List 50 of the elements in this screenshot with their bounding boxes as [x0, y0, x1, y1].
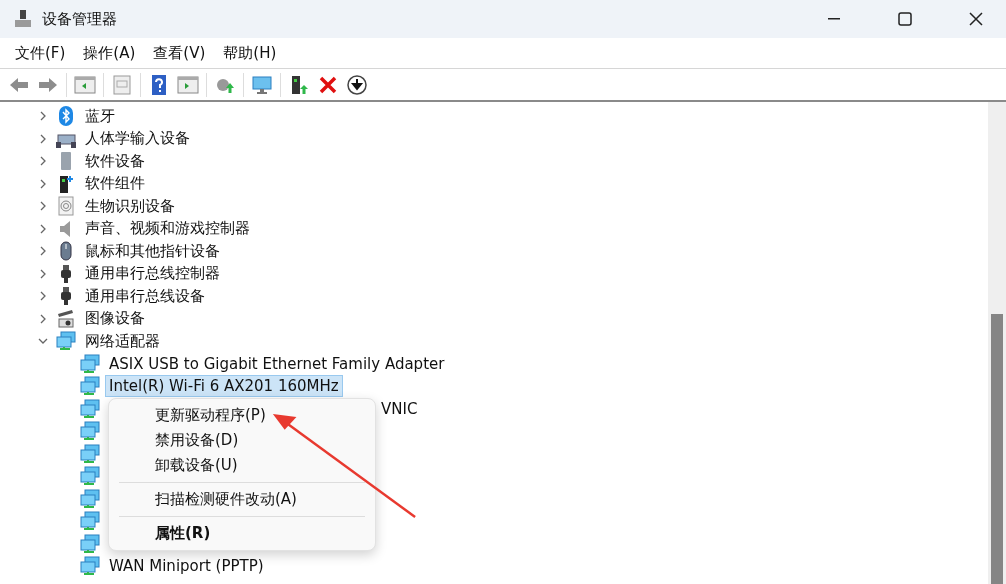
- minimize-icon: [827, 18, 840, 20]
- document-icon: [111, 73, 133, 96]
- fingerprint-icon: [56, 196, 76, 217]
- network-adapter-icon: [80, 488, 100, 509]
- network-adapter-icon: [80, 353, 100, 374]
- network-adapter-icon: [80, 443, 100, 464]
- menu-item[interactable]: 操作(A): [74, 39, 145, 67]
- menu-item[interactable]: 查看(V): [144, 39, 215, 67]
- tree-item[interactable]: 网络适配器: [82, 330, 163, 352]
- menu-item[interactable]: 卸载设备(U): [109, 453, 375, 478]
- device-item[interactable]: WAN Miniport (PPTP): [106, 556, 267, 577]
- monitor-icon: [251, 73, 273, 96]
- network-adapter-icon: [80, 376, 100, 397]
- close-icon: [968, 12, 983, 26]
- menu-item[interactable]: 禁用设备(D): [109, 428, 375, 453]
- tree-item[interactable]: 声音、视频和游戏控制器: [82, 218, 253, 240]
- scrollbar-thumb[interactable]: [991, 314, 1003, 584]
- tree-item[interactable]: 通用串行总线控制器: [82, 263, 223, 285]
- device-manager-icon: [14, 9, 32, 29]
- tree-item[interactable]: 鼠标和其他指针设备: [82, 240, 223, 262]
- scrollbar[interactable]: [988, 102, 1006, 584]
- panel-icon: [177, 73, 199, 96]
- network-adapter-icon: [80, 398, 100, 419]
- tree-item[interactable]: 软件组件: [82, 173, 148, 195]
- network-adapter-icon: [80, 556, 100, 577]
- device-item[interactable]: VNIC: [378, 398, 421, 419]
- download-icon: [346, 73, 368, 96]
- window-title: 设备管理器: [42, 9, 118, 29]
- tree-item[interactable]: 生物识别设备: [82, 195, 178, 217]
- device-item[interactable]: ASIX USB to Gigabit Ethernet Family Adapter: [106, 353, 448, 374]
- tree-item[interactable]: 人体学输入设备: [82, 128, 193, 150]
- network-adapter-icon: [80, 421, 100, 442]
- tree-item[interactable]: 通用串行总线设备: [82, 285, 208, 307]
- network-adapter-icon: [80, 466, 100, 487]
- network-adapter-icon: [56, 331, 76, 352]
- menu-item[interactable]: 帮助(H): [214, 39, 286, 67]
- tree-item[interactable]: 蓝牙: [82, 105, 118, 127]
- camera-icon: [56, 308, 76, 329]
- menu-item[interactable]: 扫描检测硬件改动(A): [109, 487, 375, 512]
- maximize-icon: [897, 12, 912, 26]
- bluetooth-icon: [56, 106, 76, 127]
- device-item[interactable]: Intel(R) Wi-Fi 6 AX201 160MHz: [106, 376, 342, 397]
- menu-item[interactable]: 属性(R): [109, 521, 375, 546]
- menu-item[interactable]: 文件(F): [6, 39, 75, 67]
- tree-item[interactable]: 软件设备: [82, 150, 148, 172]
- network-adapter-icon: [80, 511, 100, 532]
- tree-item[interactable]: 图像设备: [82, 308, 148, 330]
- panel-icon: [74, 73, 96, 96]
- menu-item[interactable]: 更新驱动程序(P): [109, 403, 375, 428]
- network-adapter-icon: [80, 533, 100, 554]
